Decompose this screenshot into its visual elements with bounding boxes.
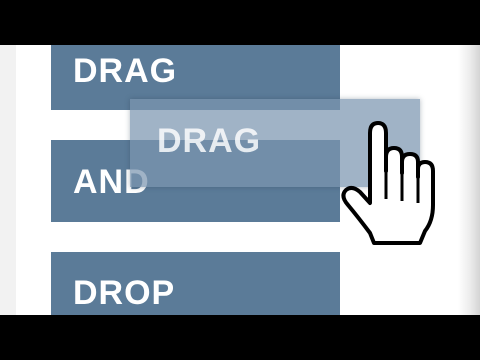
- ghost-label: DRAG: [157, 122, 262, 160]
- right-edge: [458, 45, 480, 315]
- item-label: DRAG: [73, 52, 178, 90]
- item-label: DROP: [73, 274, 176, 312]
- video-frame: DRAG AND DROP DRAG: [0, 0, 480, 360]
- left-margin: [0, 45, 16, 315]
- screen-content: DRAG AND DROP DRAG: [0, 45, 480, 315]
- hand-pointer-icon: [341, 121, 435, 245]
- draggable-item-drop[interactable]: DROP: [51, 252, 340, 315]
